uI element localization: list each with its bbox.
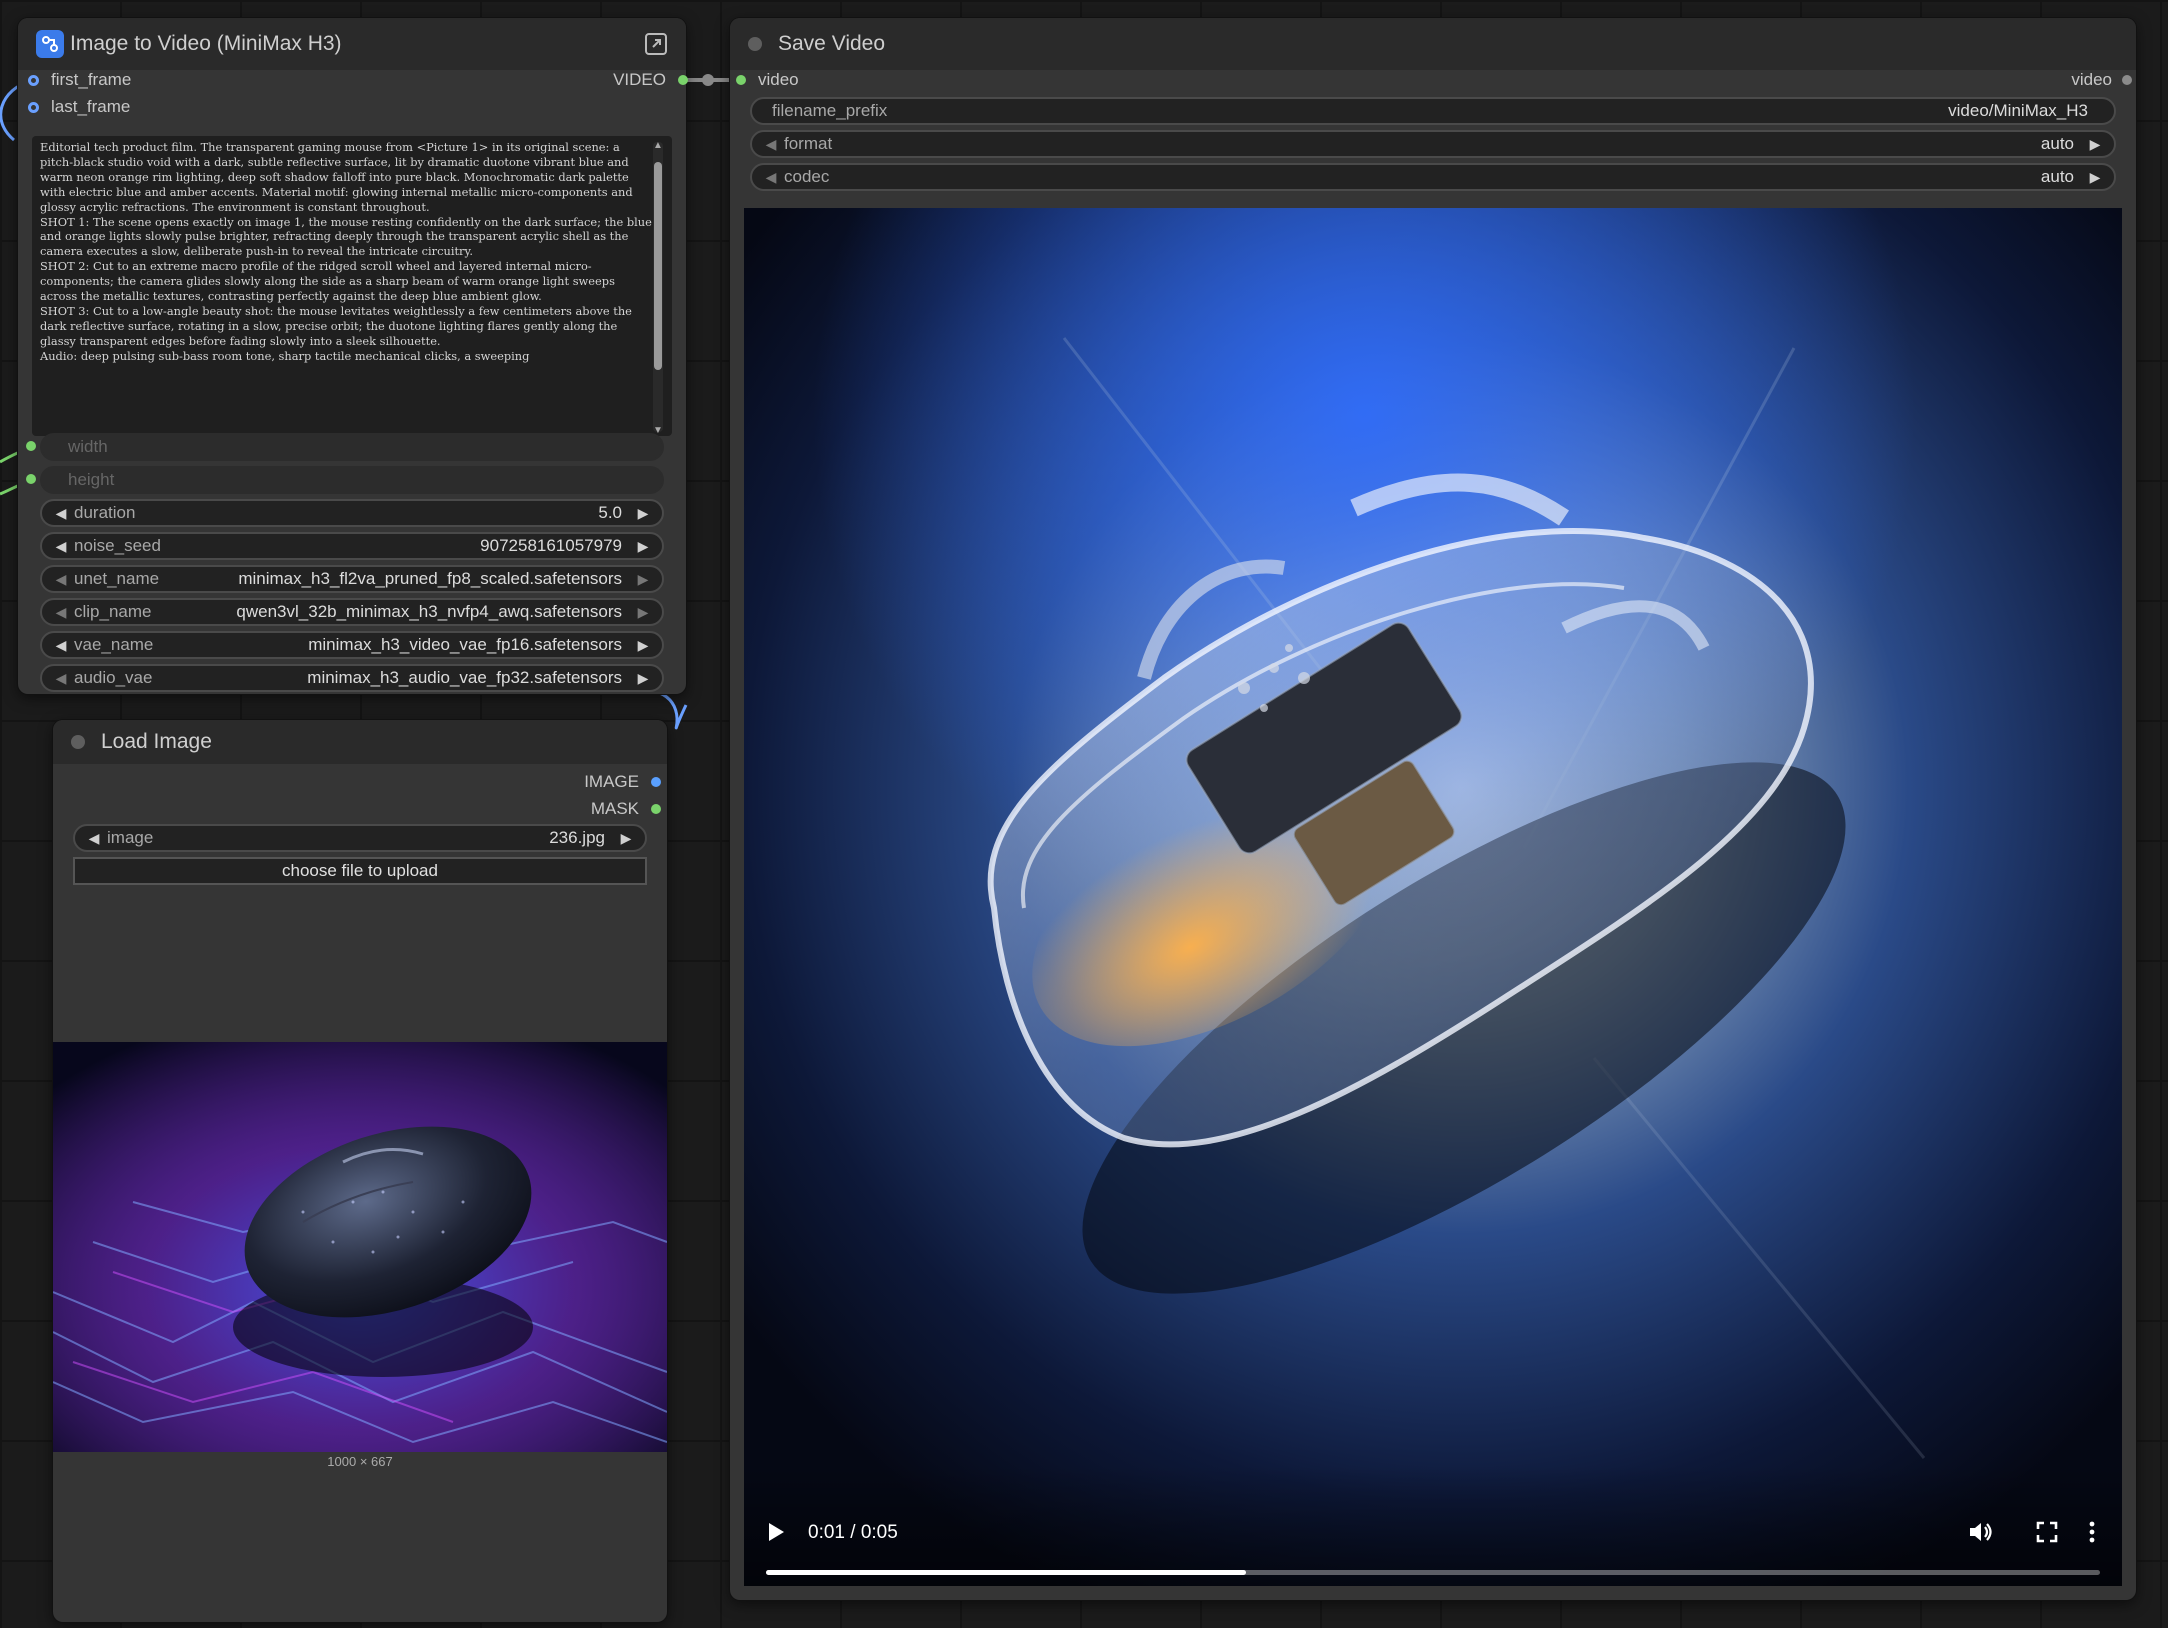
- slot-dot-icon[interactable]: [28, 74, 39, 86]
- format-widget[interactable]: ◀ format auto ▶: [750, 130, 2116, 158]
- increment-arrow-icon[interactable]: ▶: [619, 830, 633, 847]
- increment-arrow-icon[interactable]: ▶: [636, 538, 650, 555]
- increment-arrow-icon[interactable]: ▶: [636, 637, 650, 654]
- volume-icon[interactable]: [1968, 1520, 1994, 1549]
- decrement-arrow-icon[interactable]: ◀: [54, 670, 68, 687]
- expand-icon[interactable]: [644, 32, 668, 56]
- image-select-widget[interactable]: ◀ image 236.jpg ▶: [73, 824, 647, 852]
- collapse-dot-icon[interactable]: [71, 735, 85, 749]
- choose-file-button[interactable]: choose file to upload: [73, 857, 647, 885]
- width-input-slot[interactable]: [26, 441, 36, 451]
- image-to-video-node[interactable]: Image to Video (MiniMax H3) first_frame …: [18, 18, 688, 694]
- image-preview: [53, 1042, 667, 1452]
- increment-arrow-icon[interactable]: ▶: [636, 571, 650, 588]
- slot-dot-icon[interactable]: [28, 101, 39, 113]
- app-logo-icon: [36, 30, 64, 58]
- input-video[interactable]: video: [736, 70, 799, 90]
- clip-name-widget[interactable]: ◀ clip_name qwen3vl_32b_minimax_h3_nvfp4…: [40, 598, 664, 626]
- decrement-arrow-icon[interactable]: ◀: [54, 538, 68, 555]
- slot-dot-icon[interactable]: [26, 441, 36, 451]
- prompt-scrollbar[interactable]: ▲ ▼: [653, 140, 663, 436]
- scroll-thumb[interactable]: [654, 162, 662, 370]
- audio-vae-widget[interactable]: ◀ audio_vae minimax_h3_audio_vae_fp32.sa…: [40, 664, 664, 692]
- height-input-slot[interactable]: [26, 474, 36, 484]
- play-icon[interactable]: [766, 1521, 786, 1548]
- video-progress-fill: [766, 1570, 1247, 1575]
- output-image[interactable]: IMAGE: [584, 772, 661, 792]
- video-frame: [744, 208, 2122, 1586]
- output-video[interactable]: video: [2071, 70, 2132, 90]
- slot-dot-icon[interactable]: [2122, 75, 2132, 85]
- noise-seed-widget[interactable]: ◀ noise_seed 907258161057979 ▶: [40, 532, 664, 560]
- output-video[interactable]: VIDEO: [613, 70, 688, 90]
- increment-arrow-icon[interactable]: ▶: [636, 505, 650, 522]
- output-mask[interactable]: MASK: [591, 799, 661, 819]
- save-video-node[interactable]: Save Video video video filename_prefix v…: [730, 18, 2136, 1600]
- increment-arrow-icon[interactable]: ▶: [636, 670, 650, 687]
- scroll-up-icon[interactable]: ▲: [653, 140, 663, 151]
- decrement-arrow-icon[interactable]: ◀: [87, 830, 101, 847]
- prompt-textarea[interactable]: Editorial tech product film. The transpa…: [32, 136, 672, 436]
- unet-name-widget[interactable]: ◀ unet_name minimax_h3_fl2va_pruned_fp8_…: [40, 565, 664, 593]
- decrement-arrow-icon[interactable]: ◀: [764, 169, 778, 186]
- vae-name-widget[interactable]: ◀ vae_name minimax_h3_video_vae_fp16.saf…: [40, 631, 664, 659]
- width-widget: width: [40, 433, 664, 461]
- more-options-icon[interactable]: [2088, 1521, 2096, 1548]
- filename-prefix-widget[interactable]: filename_prefix video/MiniMax_H3: [750, 97, 2116, 125]
- video-player[interactable]: 0:01 / 0:05: [744, 208, 2122, 1586]
- fullscreen-icon[interactable]: [2036, 1521, 2058, 1548]
- video-controls: 0:01 / 0:05: [744, 1466, 2122, 1586]
- node-title: Image to Video (MiniMax H3): [70, 32, 342, 55]
- slot-dot-icon[interactable]: [651, 804, 661, 814]
- node-title: Load Image: [101, 730, 212, 753]
- decrement-arrow-icon[interactable]: ◀: [764, 136, 778, 153]
- node-title: Save Video: [778, 32, 886, 55]
- node-header[interactable]: Image to Video (MiniMax H3): [18, 18, 686, 70]
- image-size-caption: 1000 × 667: [327, 1454, 393, 1469]
- video-time: 0:01 / 0:05: [808, 1522, 898, 1543]
- slot-dot-icon[interactable]: [26, 474, 36, 484]
- slot-dot-icon[interactable]: [678, 75, 688, 85]
- slot-dot-icon[interactable]: [651, 777, 661, 787]
- increment-arrow-icon[interactable]: ▶: [2088, 169, 2102, 186]
- decrement-arrow-icon[interactable]: ◀: [54, 571, 68, 588]
- decrement-arrow-icon[interactable]: ◀: [54, 637, 68, 654]
- codec-widget[interactable]: ◀ codec auto ▶: [750, 163, 2116, 191]
- increment-arrow-icon[interactable]: ▶: [636, 604, 650, 621]
- load-image-node[interactable]: Load Image IMAGE MASK ◀ image 236.jpg ▶ …: [53, 720, 667, 1622]
- collapse-dot-icon[interactable]: [748, 37, 762, 51]
- height-widget: height: [40, 466, 664, 494]
- node-header[interactable]: Load Image: [53, 720, 667, 764]
- slot-dot-icon[interactable]: [736, 75, 746, 85]
- node-header[interactable]: Save Video: [730, 18, 2136, 70]
- decrement-arrow-icon[interactable]: ◀: [54, 604, 68, 621]
- duration-widget[interactable]: ◀ duration 5.0 ▶: [40, 499, 664, 527]
- decrement-arrow-icon[interactable]: ◀: [54, 505, 68, 522]
- input-first-frame[interactable]: first_frame: [28, 70, 131, 90]
- increment-arrow-icon[interactable]: ▶: [2088, 136, 2102, 153]
- input-last-frame[interactable]: last_frame: [28, 97, 130, 117]
